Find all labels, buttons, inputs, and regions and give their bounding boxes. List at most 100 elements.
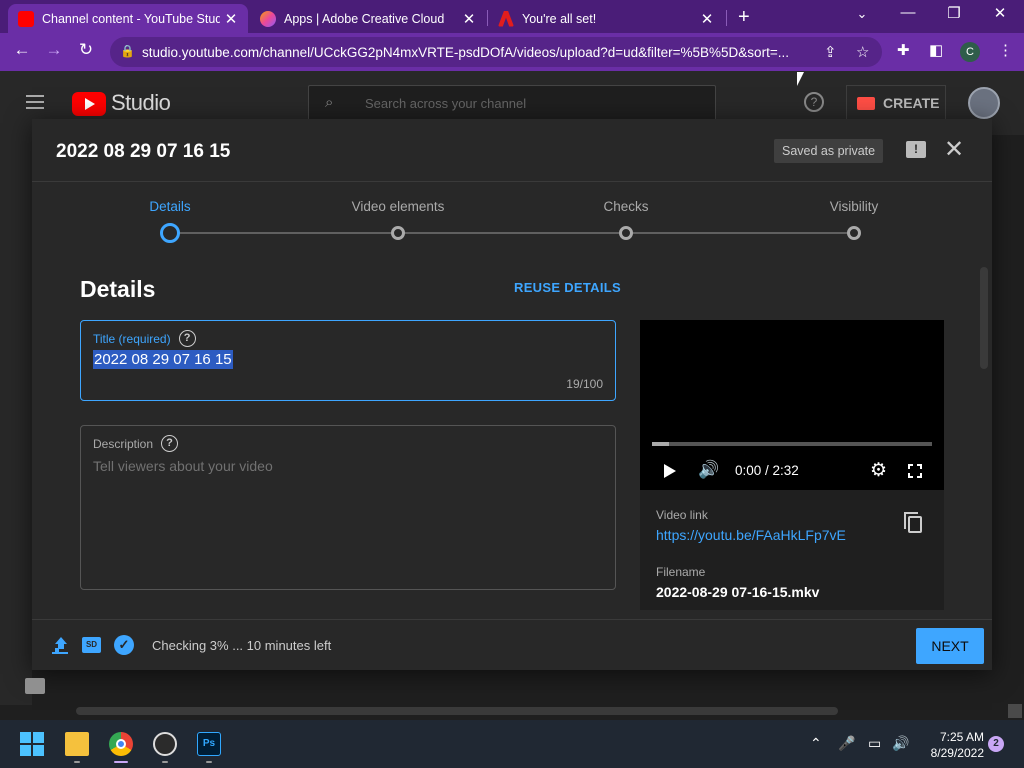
video-player[interactable]: 🔊 0:00 / 2:32 ⚙ xyxy=(640,320,944,490)
video-preview-card: 🔊 0:00 / 2:32 ⚙ Video link https://youtu… xyxy=(640,320,944,610)
next-button[interactable]: NEXT xyxy=(916,628,984,664)
title-input-value[interactable]: 2022 08 29 07 16 15 xyxy=(93,350,233,369)
dialog-title: 2022 08 29 07 16 15 xyxy=(56,141,231,162)
reload-icon[interactable]: ↻ xyxy=(74,40,98,60)
reuse-details-button[interactable]: REUSE DETAILS xyxy=(514,280,621,295)
horizontal-scrollbar[interactable] xyxy=(76,707,838,715)
title-field-label: Title (required) ? xyxy=(93,330,196,347)
video-progress-bar[interactable] xyxy=(652,442,932,446)
taskbar-active-indicator xyxy=(114,761,128,763)
dialog-scrollbar[interactable] xyxy=(980,267,988,369)
tab-title: Apps | Adobe Creative Cloud xyxy=(284,11,445,26)
browser-tab-bar: Channel content - YouTube Studio ✕ Apps … xyxy=(0,0,1024,33)
title-field[interactable]: Title (required) ? 2022 08 29 07 16 15 1… xyxy=(80,320,616,401)
clock-time: 7:25 AM xyxy=(939,730,984,744)
title-help-icon[interactable]: ? xyxy=(178,330,196,347)
filename-label: Filename xyxy=(656,565,706,579)
file-explorer-icon[interactable] xyxy=(65,732,89,756)
hamburger-menu-icon[interactable] xyxy=(26,95,44,109)
taskbar-running-indicator xyxy=(74,761,80,763)
tray-chevron-up-icon[interactable]: ⌃ xyxy=(810,735,822,752)
tab-close-icon[interactable]: ✕ xyxy=(220,10,242,28)
step-video-elements-label[interactable]: Video elements xyxy=(352,199,445,214)
channel-search-input[interactable]: ⌕ Search across your channel xyxy=(308,85,716,121)
restore-icon[interactable]: ❐ xyxy=(934,4,974,22)
lock-icon: 🔒 xyxy=(120,44,135,58)
browser-menu-icon[interactable]: ⋮ xyxy=(998,41,1013,59)
search-icon: ⌕ xyxy=(325,94,334,111)
upload-baseline xyxy=(52,652,68,654)
extensions-puzzle-icon[interactable]: ✚ xyxy=(897,41,910,59)
studio-content-edge xyxy=(992,135,1024,705)
send-feedback-icon[interactable] xyxy=(25,678,45,694)
description-label-text: Description xyxy=(93,436,154,451)
processing-sd-icon[interactable]: SD xyxy=(82,637,101,653)
description-help-icon[interactable]: ? xyxy=(161,435,179,452)
close-dialog-icon[interactable]: ✕ xyxy=(944,135,964,164)
upload-details-dialog: 2022 08 29 07 16 15 Saved as private ! ✕… xyxy=(32,119,992,670)
youtube-favicon-icon xyxy=(18,10,34,27)
help-icon[interactable]: ? xyxy=(804,92,824,112)
speaker-icon[interactable]: 🔊 xyxy=(892,735,909,752)
creative-cloud-favicon-icon xyxy=(260,10,276,27)
create-button[interactable]: CREATE xyxy=(846,85,946,121)
page-scroll-corner xyxy=(1008,704,1022,718)
volume-icon[interactable]: 🔊 xyxy=(698,460,719,480)
video-progress-fill xyxy=(652,442,669,446)
network-icon[interactable]: ▭ xyxy=(868,735,881,752)
upload-status-text: Checking 3% ... 10 minutes left xyxy=(152,638,332,653)
step-details-label[interactable]: Details xyxy=(149,199,190,214)
settings-gear-icon[interactable]: ⚙ xyxy=(870,459,887,482)
title-label-text: Title (required) xyxy=(93,331,171,346)
title-char-counter: 19/100 xyxy=(566,377,603,391)
description-field[interactable]: Description ? Tell viewers about your vi… xyxy=(80,425,616,590)
step-visibility-label[interactable]: Visibility xyxy=(830,199,879,214)
browser-toolbar: ← → ↻ 🔒 studio.youtube.com/channel/UCckG… xyxy=(0,33,1024,71)
photoshop-icon[interactable]: Ps xyxy=(197,732,221,756)
step-checks-label[interactable]: Checks xyxy=(603,199,648,214)
back-arrow-icon[interactable]: ← xyxy=(10,40,34,60)
profile-avatar[interactable]: C xyxy=(960,42,980,62)
window-close-icon[interactable]: ✕ xyxy=(980,4,1020,22)
minimize-icon[interactable]: — xyxy=(888,4,928,21)
tab-search-chevron-icon[interactable]: ⌄ xyxy=(842,6,882,22)
mouse-cursor-icon xyxy=(797,72,804,86)
create-label: CREATE xyxy=(883,95,940,111)
fullscreen-icon[interactable] xyxy=(908,464,922,478)
search-placeholder: Search across your channel xyxy=(365,96,527,111)
chrome-icon[interactable] xyxy=(109,732,133,756)
video-link[interactable]: https://youtu.be/FAaHkLFp7vE xyxy=(656,527,846,543)
studio-sidebar xyxy=(0,135,32,705)
step-video-elements-dot[interactable] xyxy=(391,226,405,240)
step-details-dot[interactable] xyxy=(160,223,180,243)
upload-arrow-icon[interactable] xyxy=(54,637,68,653)
tab-youre-all-set[interactable]: You're all set! ✕ xyxy=(488,4,724,33)
play-icon[interactable] xyxy=(664,464,676,478)
copy-link-icon[interactable] xyxy=(904,512,922,533)
tab-title: Channel content - YouTube Studio xyxy=(42,11,220,26)
tab-adobe-creative-cloud[interactable]: Apps | Adobe Creative Cloud ✕ xyxy=(250,4,486,33)
studio-logo-text[interactable]: Studio xyxy=(111,90,171,116)
share-icon[interactable]: ⇪ xyxy=(824,43,837,61)
tab-youtube-studio[interactable]: Channel content - YouTube Studio ✕ xyxy=(8,4,248,33)
channel-avatar[interactable] xyxy=(968,87,1000,119)
bookmark-star-icon[interactable]: ☆ xyxy=(856,43,869,61)
obs-icon[interactable] xyxy=(153,732,177,756)
microphone-icon[interactable]: 🎤 xyxy=(838,735,855,752)
tab-close-icon[interactable]: ✕ xyxy=(696,10,718,28)
taskbar-running-indicator xyxy=(206,761,212,763)
windows-start-icon[interactable] xyxy=(20,732,44,756)
tab-close-icon[interactable]: ✕ xyxy=(458,10,480,28)
youtube-logo-icon[interactable] xyxy=(72,92,106,116)
checks-done-icon[interactable]: ✓ xyxy=(114,635,134,655)
notification-count-badge[interactable]: 2 xyxy=(988,736,1004,752)
clock-date: 8/29/2022 xyxy=(930,746,984,760)
taskbar-clock[interactable]: 7:25 AM 8/29/2022 xyxy=(920,729,984,761)
address-bar[interactable]: 🔒 studio.youtube.com/channel/UCckGG2pN4m… xyxy=(110,37,882,67)
side-panel-icon[interactable]: ◧ xyxy=(929,41,943,59)
step-checks-dot[interactable] xyxy=(619,226,633,240)
forward-arrow-icon[interactable]: → xyxy=(42,40,66,60)
feedback-icon[interactable]: ! xyxy=(906,141,926,158)
step-visibility-dot[interactable] xyxy=(847,226,861,240)
new-tab-button[interactable]: + xyxy=(738,6,750,29)
